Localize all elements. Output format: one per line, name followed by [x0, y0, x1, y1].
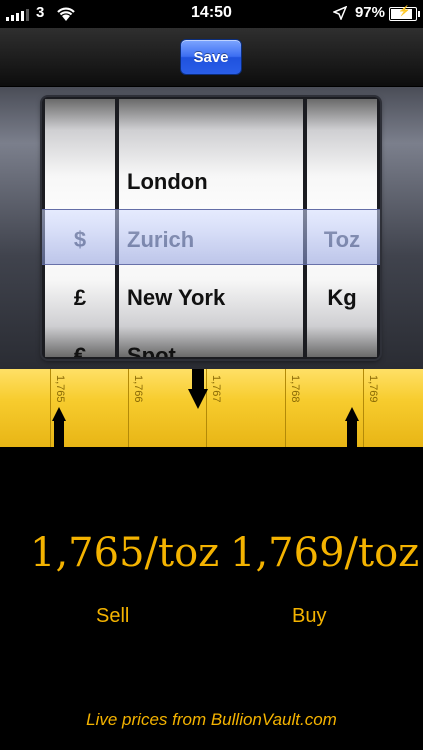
ruler-tick	[50, 369, 51, 447]
ruler-tick-label: 1,767	[210, 375, 222, 403]
sell-price: 1,765/toz	[30, 530, 220, 576]
status-bar: 3 14:50 97% ⚡	[0, 0, 423, 28]
sell-label: Sell	[96, 605, 130, 627]
wheel-option-location[interactable]: London	[119, 153, 303, 211]
battery-icon: ⚡	[389, 6, 420, 21]
footer-attribution[interactable]: Live prices from BullionVault.com	[0, 710, 423, 730]
battery-percentage: 97%	[354, 4, 385, 21]
picker-area: $ £ € London Zurich New York Spot Toz Kg	[0, 87, 423, 369]
buy-label: Buy	[292, 605, 327, 627]
price-ruler[interactable]: 1,765 1,766 1,767 1,768 1,769	[0, 369, 423, 447]
wheel-option-location[interactable]: New York	[119, 269, 303, 327]
picker: $ £ € London Zurich New York Spot Toz Kg	[42, 97, 380, 359]
buy-price: 1,769/toz	[230, 530, 420, 576]
wheel-option-location[interactable]: Zurich	[119, 211, 303, 269]
wheel-option-currency[interactable]: £	[45, 269, 115, 327]
ruler-tick-label: 1,769	[367, 375, 379, 403]
ruler-tick	[128, 369, 129, 447]
ruler-tick-label: 1,766	[132, 375, 144, 403]
toolbar: Save	[0, 28, 423, 87]
currency-wheel[interactable]: $ £ €	[45, 99, 115, 357]
wheel-option-location[interactable]: Spot	[119, 327, 303, 357]
ruler-tick-label: 1,765	[54, 375, 66, 403]
wheel-option-unit[interactable]: Toz	[307, 211, 377, 269]
save-button[interactable]: Save	[180, 39, 242, 75]
ruler-tick	[285, 369, 286, 447]
unit-wheel[interactable]: Toz Kg	[307, 99, 377, 357]
location-icon	[333, 6, 347, 20]
wheel-option-unit[interactable]: Kg	[307, 269, 377, 327]
wheel-option-currency[interactable]: $	[45, 211, 115, 269]
location-wheel[interactable]: London Zurich New York Spot	[119, 99, 303, 357]
ruler-tick	[363, 369, 364, 447]
wheel-option-currency[interactable]: €	[45, 327, 115, 357]
ruler-tick-label: 1,768	[289, 375, 301, 403]
